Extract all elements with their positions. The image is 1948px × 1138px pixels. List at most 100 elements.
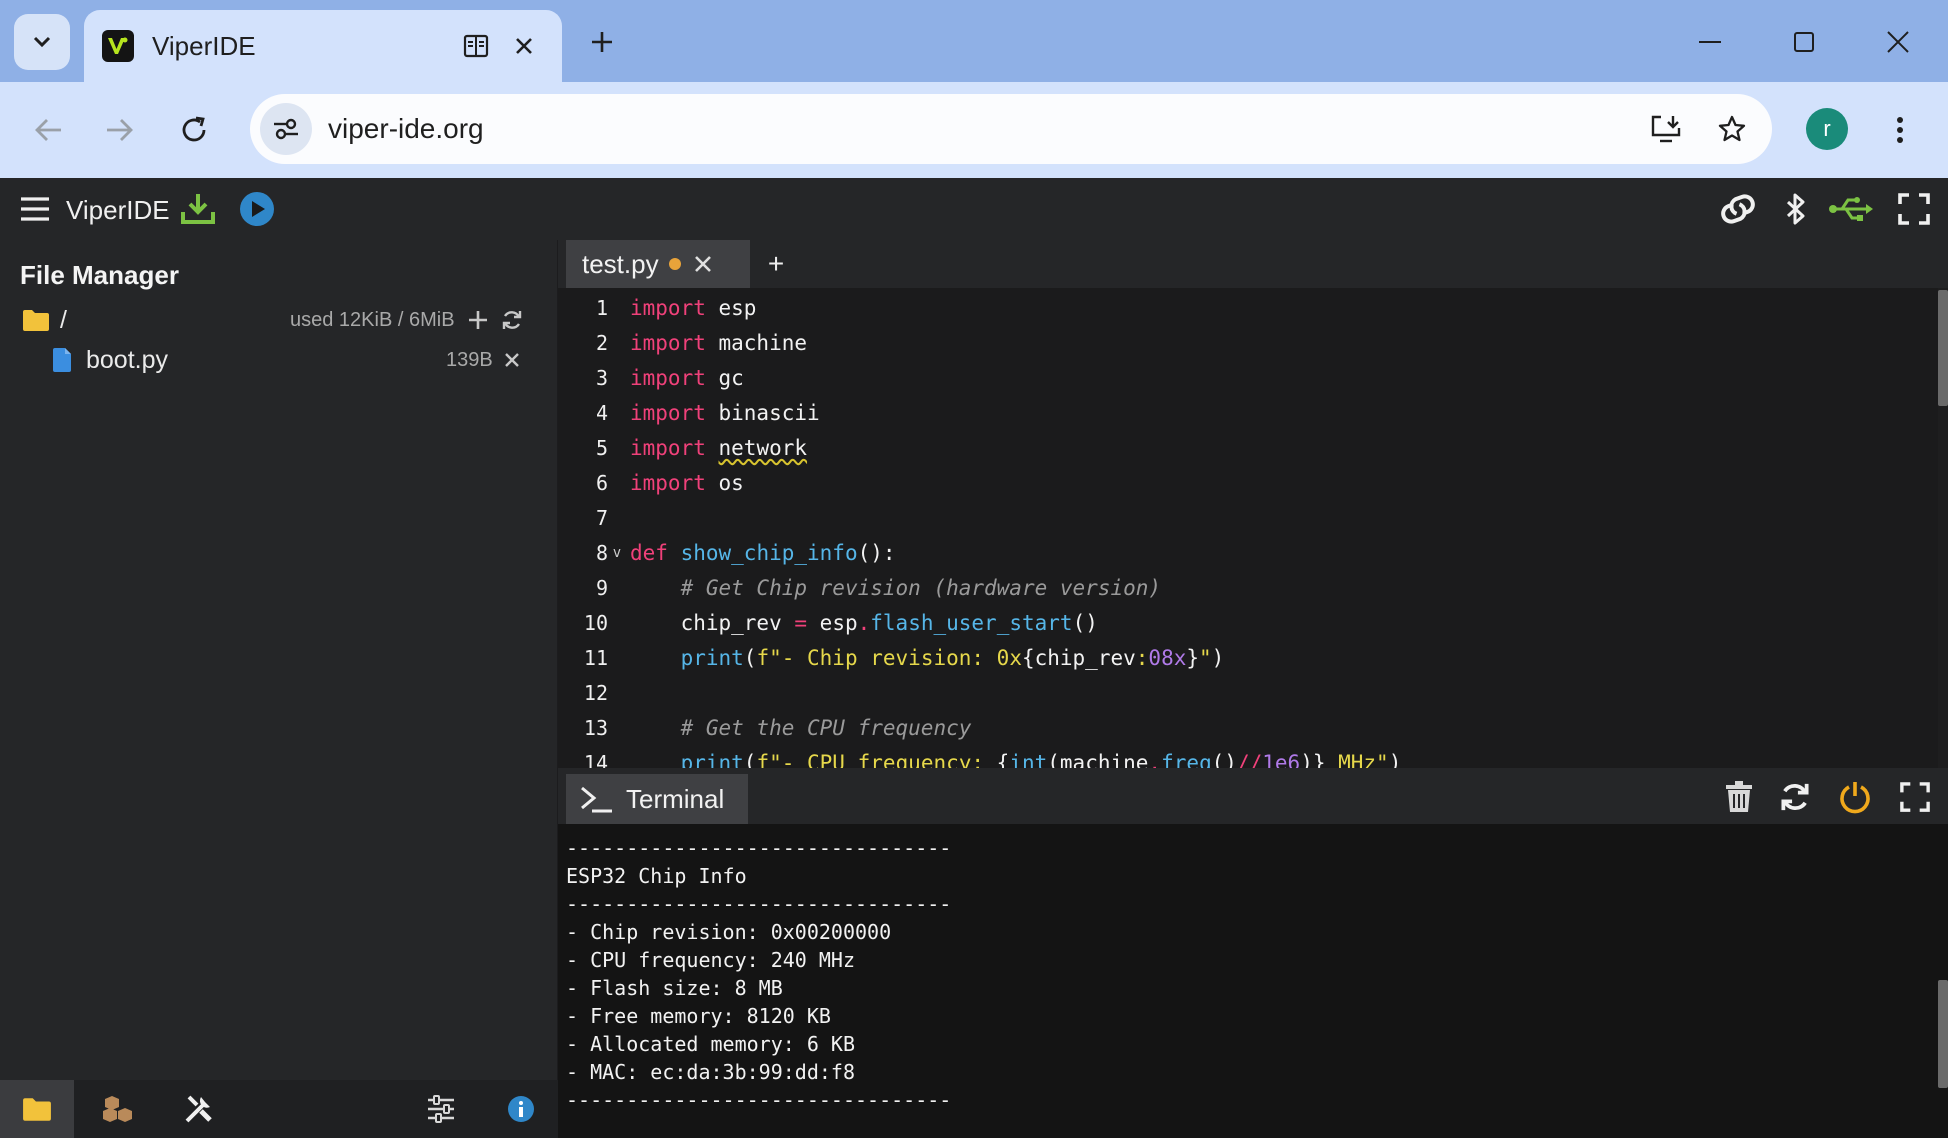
usb-button[interactable] xyxy=(1826,186,1876,232)
install-app-button[interactable] xyxy=(1640,103,1692,155)
forward-button[interactable] xyxy=(96,106,144,154)
code-text[interactable]: # Get Chip revision (hardware version) xyxy=(626,576,1161,600)
code-text[interactable]: print(f"- Chip revision: 0x{chip_rev:08x… xyxy=(626,646,1225,670)
code-line[interactable]: 5 import network xyxy=(558,430,1938,465)
fm-storage-usage: used 12KiB / 6MiB xyxy=(290,308,455,331)
bookmark-button[interactable] xyxy=(1706,103,1758,155)
fm-root-row[interactable]: / used 12KiB / 6MiB xyxy=(0,300,540,340)
code-line[interactable]: 10 chip_rev = esp.flash_user_start() xyxy=(558,605,1938,640)
reload-button[interactable] xyxy=(170,106,218,154)
packages-view-button[interactable] xyxy=(82,1080,156,1138)
terminal-tab[interactable]: Terminal xyxy=(566,774,748,824)
forward-arrow-icon xyxy=(107,119,133,141)
code-text[interactable]: import binascii xyxy=(626,401,820,425)
info-view-button[interactable] xyxy=(484,1080,558,1138)
install-app-icon xyxy=(1651,115,1681,143)
code-line[interactable]: 6 import os xyxy=(558,465,1938,500)
connect-link-button[interactable] xyxy=(1714,186,1762,232)
code-text[interactable]: import machine xyxy=(626,331,807,355)
terminal-fullscreen-button[interactable] xyxy=(1892,774,1938,820)
code-line[interactable]: 11 print(f"- Chip revision: 0x{chip_rev:… xyxy=(558,640,1938,675)
run-button[interactable] xyxy=(234,186,280,232)
code-text[interactable]: import gc xyxy=(626,366,744,390)
code-text[interactable]: import network xyxy=(626,436,807,460)
code-text[interactable]: print(f"- CPU frequency: {int(machine.fr… xyxy=(626,751,1402,769)
refresh-icon xyxy=(502,311,522,329)
new-tab-button[interactable] xyxy=(580,20,624,64)
editor-scrollbar[interactable] xyxy=(1938,290,1948,406)
reader-mode-button[interactable] xyxy=(456,26,496,66)
power-icon xyxy=(1840,782,1870,814)
line-number: 9 xyxy=(595,575,608,600)
minimize-button[interactable] xyxy=(1680,18,1740,66)
code-text[interactable]: import esp xyxy=(626,296,756,320)
terminal-panel: Terminal -------------------------------… xyxy=(558,768,1948,1138)
code-line[interactable]: 7 xyxy=(558,500,1938,535)
profile-avatar[interactable]: r xyxy=(1806,108,1848,150)
code-line[interactable]: 13 # Get the CPU frequency xyxy=(558,710,1938,745)
tab-search-button[interactable] xyxy=(14,14,70,70)
url-text[interactable]: viper-ide.org xyxy=(328,113,1640,145)
info-icon xyxy=(508,1096,534,1122)
editor-tab-label: test.py xyxy=(582,248,659,279)
code-line[interactable]: 9 # Get Chip revision (hardware version) xyxy=(558,570,1938,605)
star-icon xyxy=(1718,115,1746,142)
code-line[interactable]: 12 xyxy=(558,675,1938,710)
unsaved-indicator xyxy=(668,258,681,270)
close-icon xyxy=(1887,31,1909,53)
maximize-button[interactable] xyxy=(1774,18,1834,66)
terminal-output[interactable]: -------------------------------- ESP32 Ch… xyxy=(566,834,1926,1114)
code-text[interactable]: # Get the CPU frequency xyxy=(626,716,972,740)
app-fullscreen-button[interactable] xyxy=(1892,186,1936,232)
fm-file-name[interactable]: boot.py xyxy=(86,346,168,375)
code-line[interactable]: 8 v def show_chip_info(): xyxy=(558,535,1938,570)
reset-device-button[interactable] xyxy=(1772,774,1818,820)
code-editor[interactable]: 1 import esp 2 import machine 3 import gc 4 imp… xyxy=(558,288,1938,768)
fold-marker[interactable]: v xyxy=(608,545,626,561)
site-info-button[interactable] xyxy=(260,103,312,155)
bluetooth-button[interactable] xyxy=(1776,186,1816,232)
tools-view-button[interactable] xyxy=(162,1080,236,1138)
settings-view-button[interactable] xyxy=(404,1080,478,1138)
fm-create-button[interactable] xyxy=(464,306,492,334)
browser-menu-button[interactable] xyxy=(1880,106,1920,154)
browser-tab-viperide[interactable]: ViperIDE xyxy=(84,10,562,82)
terminal-line: - CPU frequency: 240 MHz xyxy=(566,948,855,972)
code-line[interactable]: 3 import gc xyxy=(558,360,1938,395)
line-number: 11 xyxy=(583,645,608,670)
code-line[interactable]: 2 import machine xyxy=(558,325,1938,360)
terminal-line: -------------------------------- xyxy=(566,836,952,860)
terminal-scrollbar[interactable] xyxy=(1938,980,1948,1088)
code-text[interactable]: import os xyxy=(626,471,744,495)
clear-terminal-button[interactable] xyxy=(1716,774,1762,820)
fm-refresh-button[interactable] xyxy=(498,306,526,334)
code-text[interactable]: def show_chip_info(): xyxy=(626,541,896,565)
chevron-down-icon xyxy=(33,36,51,48)
close-icon xyxy=(694,256,711,272)
trash-icon xyxy=(1726,781,1752,812)
refresh-icon xyxy=(1781,783,1809,811)
hamburger-menu-icon xyxy=(21,197,49,221)
close-editor-tab-button[interactable] xyxy=(689,250,717,278)
editor-tab-test-py[interactable]: test.py xyxy=(566,240,750,288)
code-line[interactable]: 4 import binascii xyxy=(558,395,1938,430)
back-button[interactable] xyxy=(24,106,72,154)
add-editor-tab-button[interactable]: + xyxy=(758,246,794,282)
main-menu-button[interactable] xyxy=(18,186,52,232)
power-button[interactable] xyxy=(1832,774,1878,820)
code-line[interactable]: 1 import esp xyxy=(558,290,1938,325)
fm-file-row[interactable]: boot.py 139B xyxy=(0,340,540,380)
files-view-button[interactable] xyxy=(0,1080,74,1138)
address-bar[interactable]: viper-ide.org xyxy=(250,94,1772,164)
download-button[interactable] xyxy=(176,186,220,232)
fm-delete-file-button[interactable] xyxy=(498,346,526,374)
fullscreen-icon xyxy=(1900,782,1930,812)
close-tab-button[interactable] xyxy=(504,26,544,66)
reload-icon xyxy=(182,116,206,142)
tools-icon xyxy=(185,1095,212,1123)
terminal-line: - Chip revision: 0x00200000 xyxy=(566,920,892,944)
close-window-button[interactable] xyxy=(1868,18,1928,66)
code-text[interactable]: chip_rev = esp.flash_user_start() xyxy=(626,611,1098,635)
code-line[interactable]: 14 print(f"- CPU frequency: {int(machine… xyxy=(558,745,1938,769)
plus-icon xyxy=(469,311,487,329)
